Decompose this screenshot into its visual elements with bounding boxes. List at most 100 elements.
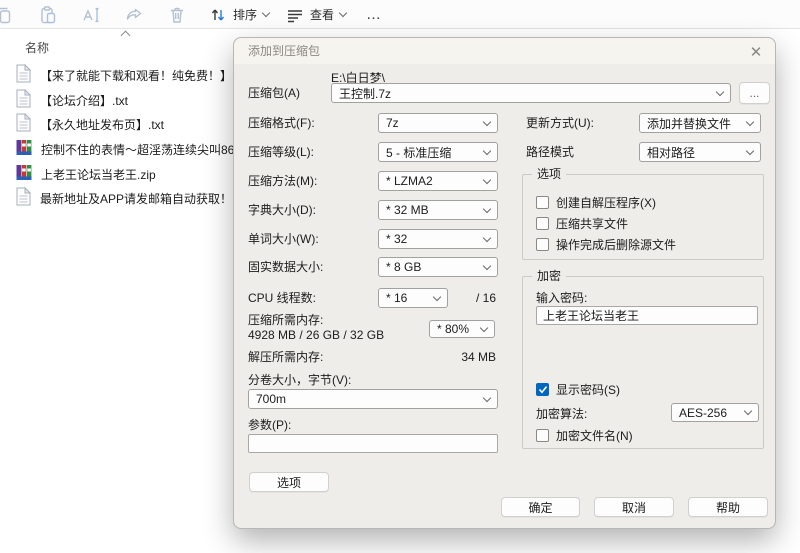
ok-button[interactable]: 确定 bbox=[501, 497, 580, 517]
delete-after-checkbox-row[interactable]: 操作完成后删除源文件 bbox=[536, 236, 676, 253]
checkbox-unchecked-icon[interactable] bbox=[536, 196, 549, 209]
shared-files-checkbox-row[interactable]: 压缩共享文件 bbox=[536, 215, 628, 232]
memory-compress-value: 4928 MB / 26 GB / 32 GB bbox=[248, 328, 385, 342]
cpu-threads-select[interactable]: * 16 bbox=[378, 288, 448, 308]
chevron-down-icon bbox=[482, 261, 492, 270]
file-row[interactable]: 【来了就能下载和观看！纯免费！】.txt bbox=[16, 63, 249, 86]
view-label: 查看 bbox=[310, 8, 335, 22]
chevron-down-icon bbox=[743, 406, 753, 416]
sfx-checkbox-row[interactable]: 创建自解压程序(X) bbox=[536, 194, 656, 211]
update-mode-label: 更新方式(U): bbox=[526, 116, 594, 130]
chevron-down-icon bbox=[745, 117, 755, 126]
chevron-down-icon bbox=[482, 204, 492, 213]
level-select[interactable]: 5 - 标准压缩 bbox=[378, 142, 498, 162]
checkbox-checked-icon[interactable] bbox=[536, 383, 549, 396]
volume-size-label: 分卷大小，字节(V): bbox=[248, 373, 352, 387]
file-name: 上老王论坛当老王.zip bbox=[41, 167, 156, 182]
chevron-down-icon bbox=[482, 117, 492, 126]
checkbox-unchecked-icon[interactable] bbox=[536, 217, 549, 230]
winrar-archive-icon bbox=[16, 139, 32, 159]
chevron-down-icon bbox=[715, 87, 725, 96]
chevron-down-icon bbox=[261, 8, 271, 18]
encryption-method-select[interactable]: AES-256 bbox=[671, 403, 759, 422]
parameters-input[interactable] bbox=[248, 434, 498, 453]
parameters-label: 参数(P): bbox=[248, 418, 292, 432]
cpu-threads-total: / 16 bbox=[476, 291, 497, 305]
archive-name-combobox[interactable]: 王控制.7z bbox=[331, 83, 731, 103]
solid-size-select[interactable]: * 8 GB bbox=[378, 257, 498, 277]
text-file-icon bbox=[16, 88, 32, 111]
file-name: 控制不住的表情～超淫荡连续尖叫86ac2... bbox=[41, 142, 264, 157]
paste-icon[interactable] bbox=[36, 3, 60, 27]
chevron-down-icon bbox=[482, 175, 492, 184]
dialog-title: 添加到压缩包 bbox=[234, 38, 775, 64]
more-button[interactable]: … bbox=[362, 2, 387, 27]
path-mode-label: 路径模式 bbox=[526, 145, 575, 159]
chevron-down-icon bbox=[338, 8, 348, 18]
encryption-method-label: 加密算法: bbox=[536, 407, 588, 421]
update-mode-select[interactable]: 添加并替换文件 bbox=[639, 113, 761, 133]
more-label: … bbox=[366, 6, 383, 23]
add-to-archive-dialog: 添加到压缩包 ✕ 压缩包(A) E:\白日梦\ 王控制.7z ... 压缩格式(… bbox=[233, 37, 776, 529]
help-button[interactable]: 帮助 bbox=[688, 497, 768, 517]
options-group-title: 选项 bbox=[532, 168, 567, 180]
winrar-archive-icon bbox=[16, 164, 32, 184]
dictionary-label: 字典大小(D): bbox=[248, 203, 316, 217]
close-icon[interactable]: ✕ bbox=[745, 41, 767, 63]
file-name: 【永久地址发布页】.txt bbox=[40, 117, 165, 132]
sort-ascending-icon[interactable] bbox=[120, 30, 131, 41]
memory-decompress-label: 解压所需内存: bbox=[248, 350, 324, 364]
file-row[interactable]: 上老王论坛当老王.zip bbox=[16, 163, 156, 185]
chevron-down-icon bbox=[482, 393, 492, 402]
volume-size-combobox[interactable]: 700m bbox=[248, 389, 498, 409]
file-row[interactable]: 最新地址及APP请发邮箱自动获取！！！... bbox=[16, 186, 266, 209]
word-size-select[interactable]: * 32 bbox=[378, 229, 498, 249]
show-password-checkbox-row[interactable]: 显示密码(S) bbox=[536, 381, 620, 398]
method-label: 压缩方法(M): bbox=[248, 174, 318, 188]
checkbox-unchecked-icon[interactable] bbox=[536, 429, 549, 442]
format-label: 压缩格式(F): bbox=[248, 116, 315, 130]
file-row[interactable]: 【永久地址发布页】.txt bbox=[16, 112, 165, 135]
text-file-icon bbox=[16, 63, 32, 86]
explorer-toolbar: 排序 查看 … bbox=[0, 0, 800, 29]
chevron-down-icon bbox=[482, 146, 492, 155]
delete-icon[interactable] bbox=[165, 3, 189, 27]
dictionary-select[interactable]: * 32 MB bbox=[378, 200, 498, 220]
level-label: 压缩等级(L): bbox=[248, 145, 315, 159]
cpu-threads-label: CPU 线程数: bbox=[248, 291, 317, 305]
column-header-name[interactable]: 名称 bbox=[25, 39, 49, 56]
chevron-down-icon bbox=[479, 323, 489, 332]
file-name: 【论坛介绍】.txt bbox=[40, 93, 129, 108]
rename-icon[interactable] bbox=[79, 3, 103, 27]
encryption-group-title: 加密 bbox=[532, 270, 567, 282]
sort-label: 排序 bbox=[233, 8, 258, 22]
path-mode-select[interactable]: 相对路径 bbox=[639, 142, 761, 162]
share-icon[interactable] bbox=[122, 3, 146, 27]
format-select[interactable]: 7z bbox=[378, 113, 498, 133]
memory-percent-select[interactable]: * 80% bbox=[429, 320, 495, 338]
memory-decompress-value: 34 MB bbox=[461, 350, 496, 364]
chevron-down-icon bbox=[745, 146, 755, 155]
encrypt-names-checkbox-row[interactable]: 加密文件名(N) bbox=[536, 427, 633, 444]
options-button[interactable]: 选项 bbox=[249, 472, 329, 492]
text-file-icon bbox=[16, 112, 32, 135]
password-input[interactable]: 上老王论坛当老王 bbox=[536, 306, 758, 325]
file-name: 【来了就能下载和观看！纯免费！】.txt bbox=[40, 68, 249, 83]
browse-button[interactable]: ... bbox=[739, 82, 770, 104]
solid-size-label: 固实数据大小: bbox=[248, 260, 324, 274]
file-row[interactable]: 【论坛介绍】.txt bbox=[16, 88, 129, 111]
file-row[interactable]: 控制不住的表情～超淫荡连续尖叫86ac2... bbox=[16, 138, 264, 160]
copy-icon[interactable] bbox=[0, 3, 16, 27]
method-select[interactable]: * LZMA2 bbox=[378, 171, 498, 191]
checkbox-unchecked-icon[interactable] bbox=[536, 238, 549, 251]
archive-label: 压缩包(A) bbox=[248, 86, 300, 100]
text-file-icon bbox=[16, 186, 32, 209]
cancel-button[interactable]: 取消 bbox=[594, 497, 674, 517]
view-button[interactable]: 查看 bbox=[282, 2, 350, 27]
word-size-label: 单词大小(W): bbox=[248, 232, 319, 246]
password-label: 输入密码: bbox=[536, 291, 588, 305]
chevron-down-icon bbox=[432, 292, 442, 301]
memory-compress-label: 压缩所需内存: bbox=[248, 313, 324, 327]
sort-button[interactable]: 排序 bbox=[205, 2, 273, 27]
chevron-down-icon bbox=[482, 233, 492, 242]
